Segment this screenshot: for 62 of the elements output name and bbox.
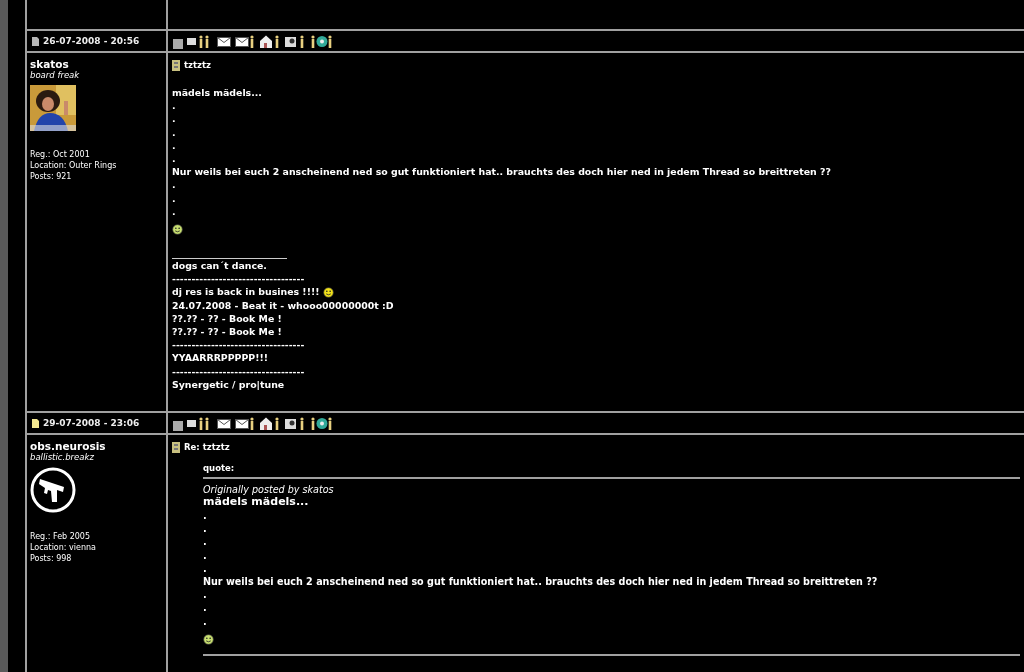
quote-text: . — [203, 522, 207, 536]
author-info: Posts: 998 — [30, 553, 72, 564]
post-text: . — [172, 178, 176, 192]
author-info: Reg.: Feb 2005 — [30, 531, 91, 542]
post-text: . — [172, 112, 176, 126]
smiley-icon — [172, 224, 183, 236]
post-date: 29-07-2008 - 23:06 — [43, 418, 140, 428]
document-icon — [172, 441, 180, 453]
post-text: dogs can´t dance. — [172, 259, 267, 273]
quote-text: . — [203, 509, 207, 523]
mail-person-icon[interactable] — [235, 416, 255, 430]
square-icon — [173, 421, 183, 431]
post-date: 26-07-2008 - 20:56 — [43, 36, 140, 46]
author-name[interactable]: skatos — [30, 58, 69, 70]
email-icon[interactable] — [217, 416, 231, 430]
home-icon[interactable] — [259, 416, 281, 430]
email-icon[interactable] — [217, 34, 231, 48]
gun-logo-icon — [30, 467, 76, 513]
mail-person-icon[interactable] — [235, 34, 255, 48]
post-subject: Re: tztztz — [184, 442, 230, 452]
author-info: Location: vienna — [30, 542, 96, 553]
quote-byline: Originally posted by skatos — [203, 484, 334, 495]
quote-text: mädels mädels... — [203, 495, 309, 509]
quote-text: . — [203, 601, 207, 615]
author-info: Location: Outer Rings — [30, 160, 117, 171]
post-text: YYAARRRPPPPP!!! — [172, 351, 269, 365]
author-rank: ballistic.breakz — [30, 452, 94, 462]
author-info: Reg.: Oct 2001 — [30, 149, 90, 160]
author-info: Posts: 921 — [30, 171, 72, 182]
square-icon — [173, 39, 183, 49]
quote-label: quote: — [203, 463, 235, 475]
post-subject: tztztz — [184, 60, 212, 70]
post-text: ??.?? - ?? - Book Me ! — [172, 325, 282, 339]
author-rank: board freak — [30, 70, 80, 80]
flower-icon[interactable] — [311, 34, 333, 48]
quote-text: . — [203, 561, 207, 575]
post-text: dj res is back in busines !!!! — [172, 285, 320, 299]
post-text: . — [172, 204, 176, 219]
post-text: ---------------------------------- — [172, 338, 305, 352]
quote-text: . — [203, 535, 207, 549]
post-text: . — [172, 191, 176, 205]
post-text: mädels mädels... — [172, 86, 262, 100]
quote-text: Nur weils bei euch 2 anscheinend ned so gut funktioniert hat.. brauchts des doch hier ned in jedem Thread so breittreten ?? — [203, 575, 878, 589]
post-text: Synergetic / pro|tune — [172, 377, 285, 392]
post-text: . — [172, 138, 176, 152]
home-icon[interactable] — [259, 34, 281, 48]
post-text: . — [172, 125, 176, 139]
post-text: . — [172, 99, 176, 113]
post-text: Nur weils bei euch 2 anscheinend ned so gut funktioniert hat.. brauchts des doch hier ned in jedem Thread so breittreten ?? — [172, 165, 831, 179]
quote-text: . — [203, 588, 207, 602]
quote-text: . — [203, 614, 207, 628]
smiley-icon — [323, 286, 335, 298]
post-text: ---------------------------------- — [172, 272, 305, 286]
quote-text: . — [203, 548, 207, 562]
smiley-icon — [203, 633, 214, 645]
flower-icon[interactable] — [311, 416, 333, 430]
post-text: 24.07.2008 - Beat it - whooo00000000t :D — [172, 298, 394, 312]
post-text: ---------------------------------- — [172, 364, 305, 378]
document-icon — [172, 59, 180, 71]
post-text: . — [172, 152, 176, 166]
author-name[interactable]: obs.neurosis — [30, 440, 106, 452]
post-text: ??.?? - ?? - Book Me ! — [172, 311, 282, 326]
